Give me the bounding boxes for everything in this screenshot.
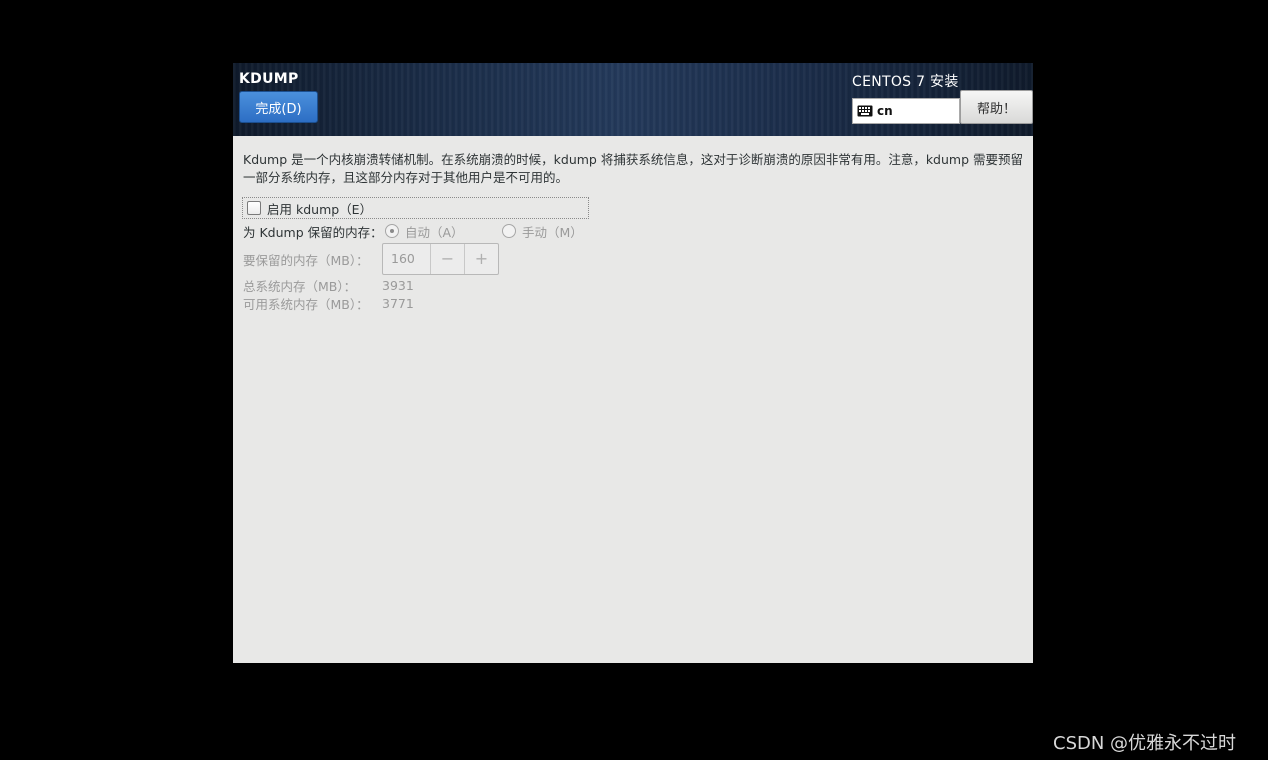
manual-radio-label: 手动（M） [522,224,583,240]
increment-button[interactable]: + [465,244,498,274]
reserved-memory-row: 要保留的内存（MB）： 160 − + [243,243,499,275]
usable-memory-row: 可用系统内存（MB）： 3771 [243,294,414,312]
usable-memory-value: 3771 [382,295,414,311]
header-bar: KDUMP 完成(D) CENTOS 7 安装 cn 帮助！ [233,63,1033,136]
done-button[interactable]: 完成(D) [239,91,318,123]
total-memory-row: 总系统内存（MB）： 3931 [243,276,414,294]
content-area: Kdump 是一个内核崩溃转储机制。在系统崩溃的时候，kdump 将捕获系统信息… [242,151,1027,312]
total-memory-label: 总系统内存（MB）： [243,278,357,294]
auto-radio-option[interactable]: 自动（A） [385,222,502,241]
manual-radio[interactable] [502,224,516,238]
decrement-button[interactable]: − [431,244,465,274]
kdump-description: Kdump 是一个内核崩溃转储机制。在系统崩溃的时候，kdump 将捕获系统信息… [243,152,1024,185]
enable-kdump-checkbox-row[interactable]: 启用 kdump（E） [242,197,589,219]
kdump-window: KDUMP 完成(D) CENTOS 7 安装 cn 帮助！ Kdump 是一个… [233,63,1033,663]
product-title: CENTOS 7 安装 [852,74,959,90]
keyboard-icon [857,105,873,117]
reserved-memory-label: 要保留的内存（MB）： [243,252,369,268]
reserve-memory-label: 为 Kdump 保留的内存： [243,224,383,240]
manual-radio-option[interactable]: 手动（M） [502,222,583,241]
reserved-memory-spinbutton[interactable]: 160 − + [382,243,499,275]
csdn-watermark: CSDN @󠄀优雅永不过时 [1053,733,1237,754]
enable-kdump-checkbox[interactable] [247,201,261,215]
reserved-memory-input[interactable]: 160 [383,244,431,274]
screen-title: KDUMP [239,71,299,87]
usable-memory-label: 可用系统内存（MB）： [243,296,369,312]
enable-kdump-label: 启用 kdump（E） [267,201,373,217]
help-button[interactable]: 帮助！ [960,90,1033,124]
keyboard-layout-label: cn [877,104,893,118]
total-memory-value: 3931 [382,277,414,293]
keyboard-layout-indicator[interactable]: cn [852,98,960,124]
reserve-memory-row: 为 Kdump 保留的内存： 自动（A） 手动（M） [243,222,583,240]
auto-radio-label: 自动（A） [405,224,464,240]
auto-radio[interactable] [385,224,399,238]
